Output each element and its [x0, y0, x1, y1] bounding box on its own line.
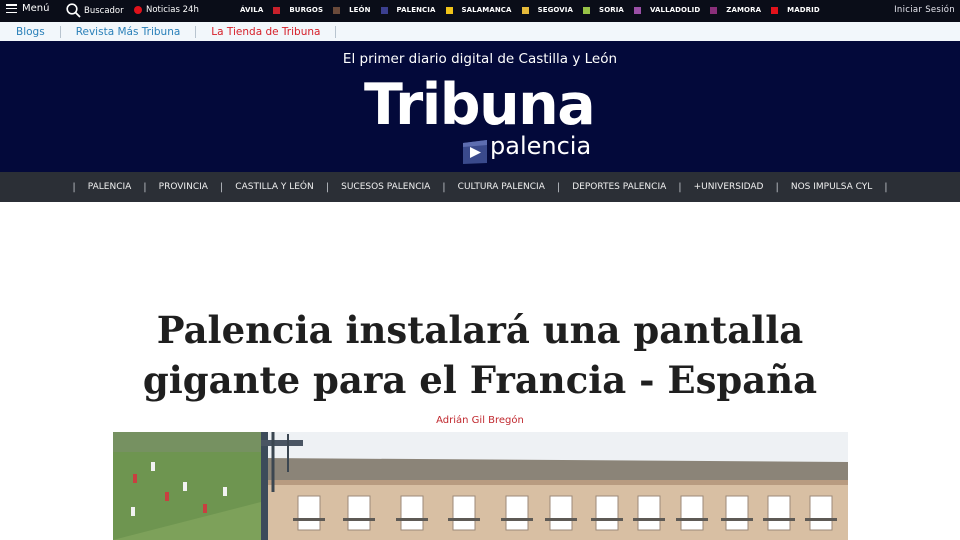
search-label: Buscador: [84, 5, 124, 16]
nav-separator: |: [72, 181, 76, 193]
nav-item-deportes[interactable]: DEPORTES PALENCIA: [572, 182, 666, 192]
city-label: PALENCIA: [396, 6, 436, 14]
city-color-marker: [633, 6, 641, 14]
main-nav: | PALENCIA | PROVINCIA | CASTILLA Y LEÓN…: [0, 172, 960, 202]
city-link-leon[interactable]: LEÓN: [349, 6, 396, 14]
nav-separator: |: [219, 181, 224, 193]
nav-separator: |: [442, 181, 446, 193]
city-label: SALAMANCA: [461, 6, 512, 14]
tienda-link[interactable]: La Tienda de Tribuna: [196, 25, 337, 38]
article-photo: [113, 432, 848, 540]
city-link-valladolid[interactable]: VALLADOLID: [650, 6, 726, 14]
nav-item-universidad[interactable]: +UNIVERSIDAD: [694, 182, 764, 192]
play-icon: [463, 140, 487, 164]
news-24h-label: Noticias 24h: [146, 5, 199, 15]
city-label: VALLADOLID: [649, 6, 701, 14]
nav-separator: |: [143, 181, 147, 193]
nav-item-cultura[interactable]: CULTURA PALENCIA: [458, 182, 545, 192]
nav-separator: |: [678, 181, 682, 193]
city-label: SEGOVIA: [537, 6, 574, 14]
city-color-marker: [380, 6, 388, 14]
logo-city: palencia: [490, 132, 592, 160]
article-author[interactable]: Adrián Gil Bregón: [0, 415, 960, 426]
city-link-zamora[interactable]: ZAMORA: [726, 6, 787, 14]
city-label: ZAMORA: [726, 6, 762, 14]
nav-separator: |: [884, 181, 888, 193]
nav-separator: |: [775, 181, 779, 193]
secondary-links-bar: Blogs Revista Más Tribuna La Tienda de T…: [0, 22, 960, 41]
nav-item-nos-impulsa[interactable]: NOS IMPULSA CYL: [791, 182, 872, 192]
hamburger-icon: [6, 4, 17, 13]
news-24h-link[interactable]: Noticias 24h: [134, 5, 199, 15]
nav-item-provincia[interactable]: PROVINCIA: [159, 182, 208, 192]
city-link-segovia[interactable]: SEGOVIA: [538, 6, 599, 14]
city-color-marker: [333, 6, 341, 14]
article-headline: Palencia instalará una pantalla gigante …: [0, 305, 960, 405]
city-label: LEÓN: [349, 6, 371, 14]
city-link-palencia[interactable]: PALENCIA: [397, 6, 462, 14]
menu-button[interactable]: Menú: [6, 3, 49, 14]
site-header: El primer diario digital de Castilla y L…: [0, 41, 960, 172]
city-label: ÁVILA: [240, 6, 264, 14]
headline-line-2: gigante para el Francia - España: [142, 358, 818, 402]
menu-label: Menú: [22, 3, 50, 14]
city-color-marker: [273, 6, 281, 14]
login-link[interactable]: Iniciar Sesión: [894, 5, 955, 15]
search-icon: [66, 3, 81, 18]
logo-wordmark: Tribuna: [364, 72, 596, 138]
city-label: BURGOS: [289, 6, 324, 14]
city-color-marker: [710, 6, 718, 14]
nav-item-sucesos[interactable]: SUCESOS PALENCIA: [341, 182, 430, 192]
revista-link[interactable]: Revista Más Tribuna: [61, 25, 197, 38]
nav-separator: |: [556, 181, 561, 193]
nav-item-castilla-y-leon[interactable]: CASTILLA Y LEÓN: [235, 182, 313, 192]
headline-line-1: Palencia instalará una pantalla: [156, 308, 804, 352]
city-link-soria[interactable]: SORIA: [599, 6, 650, 14]
nav-separator: |: [325, 181, 330, 193]
live-dot-icon: [134, 6, 142, 14]
top-bar: Menú Buscador Noticias 24h ÁVILA BURGOS …: [0, 0, 960, 22]
city-color-marker: [445, 6, 453, 14]
city-color-marker: [521, 6, 529, 14]
city-link-salamanca[interactable]: SALAMANCA: [462, 6, 538, 14]
nav-item-palencia[interactable]: PALENCIA: [88, 182, 132, 192]
city-color-marker: [583, 6, 591, 14]
city-link-avila[interactable]: ÁVILA: [240, 6, 289, 14]
city-links: ÁVILA BURGOS LEÓN PALENCIA SALAMANCA SEG…: [240, 6, 820, 14]
city-color-marker: [771, 6, 779, 14]
search-button[interactable]: Buscador: [66, 3, 124, 18]
blogs-link[interactable]: Blogs: [0, 25, 61, 38]
site-tagline: El primer diario digital de Castilla y L…: [342, 51, 618, 67]
city-link-madrid[interactable]: MADRID: [787, 6, 820, 14]
photo-illustration: [113, 432, 848, 540]
city-label: SORIA: [599, 6, 624, 14]
city-label: MADRID: [787, 6, 820, 14]
city-link-burgos[interactable]: BURGOS: [289, 6, 349, 14]
